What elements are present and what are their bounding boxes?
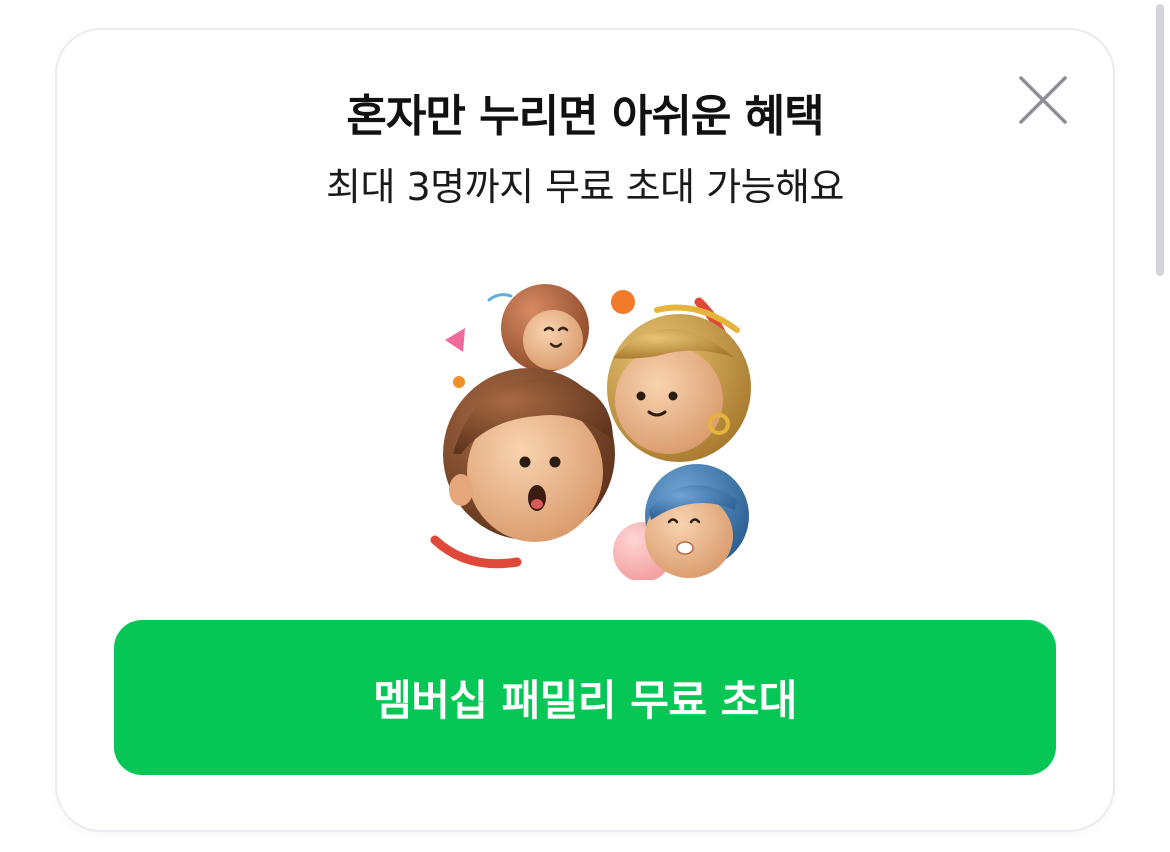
- invite-dialog: 혼자만 누리면 아쉬운 혜택 최대 3명까지 무료 초대 가능해요 멤버십 패밀…: [57, 30, 1113, 830]
- invite-family-button[interactable]: 멤버십 패밀리 무료 초대: [114, 620, 1056, 775]
- page: 혼자만 누리면 아쉬운 혜택 최대 3명까지 무료 초대 가능해요 멤버십 패밀…: [0, 0, 1170, 852]
- scrollbar[interactable]: [1156, 4, 1164, 276]
- dialog-title: 혼자만 누리면 아쉬운 혜택: [346, 91, 824, 142]
- family-faces-illustration: [417, 240, 757, 580]
- dialog-subtitle: 최대 3명까지 무료 초대 가능해요: [326, 165, 844, 209]
